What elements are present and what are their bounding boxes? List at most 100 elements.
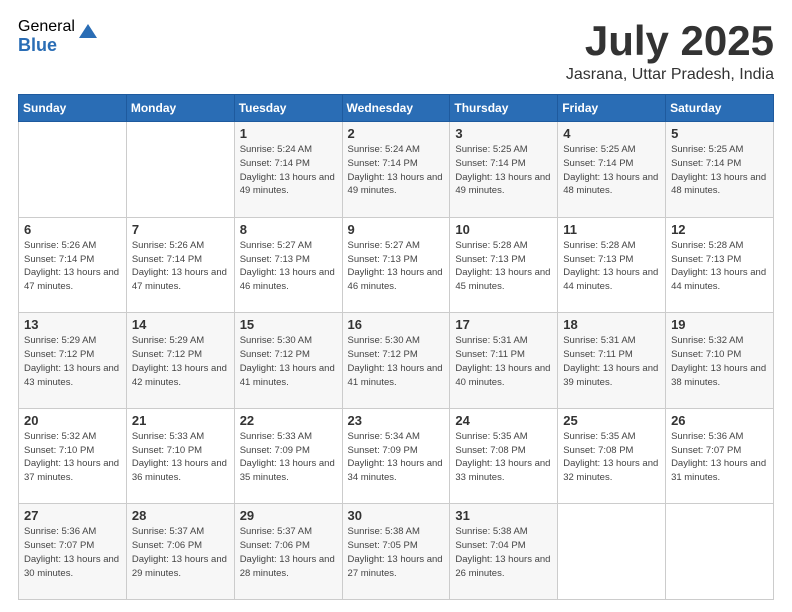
table-row: 19Sunrise: 5:32 AM Sunset: 7:10 PM Dayli… [666, 313, 774, 409]
table-row: 11 Sunrise: 5:28 AM Sunset: 7:13 PM Dayli… [558, 217, 666, 313]
table-row: 13Sunrise: 5:29 AM Sunset: 7:12 PM Dayli… [19, 313, 127, 409]
day-number: 24 [455, 413, 552, 428]
logo-text: General Blue [18, 18, 75, 55]
logo-blue: Blue [18, 36, 75, 56]
calendar-week-row: 13 Sunrise: 5:29 AM Sunset: 7:12 PM Dayli… [19, 313, 774, 409]
day-number: 3 [455, 126, 552, 141]
table-row: 15 Sunrise: 5:30 AM Sunset: 7:12 PM Dayli… [234, 313, 342, 409]
logo-icon [77, 20, 99, 42]
table-row: 12Sunrise: 5:28 AM Sunset: 7:13 PM Dayli… [666, 217, 774, 313]
table-row [126, 122, 234, 218]
day-info: Sunrise: 5:33 AM Sunset: 7:09 PM Dayligh… [240, 430, 337, 485]
table-row: 18 Sunrise: 5:31 AM Sunset: 7:11 PM Dayli… [558, 313, 666, 409]
day-number: 30 [348, 508, 445, 523]
col-monday: Monday [126, 95, 234, 122]
day-info: Sunrise: 5:24 AM Sunset: 7:14 PM Dayligh… [240, 143, 337, 198]
table-row: 28 Sunrise: 5:37 AM Sunset: 7:06 PM Dayli… [126, 504, 234, 600]
table-row: 6 Sunrise: 5:26 AM Sunset: 7:14 PM Daylig… [19, 217, 127, 313]
table-row [666, 504, 774, 600]
table-row: 16Sunrise: 5:30 AM Sunset: 7:12 PM Dayli… [342, 313, 450, 409]
table-row: 8 Sunrise: 5:27 AM Sunset: 7:13 PM Daylig… [234, 217, 342, 313]
col-friday: Friday [558, 95, 666, 122]
table-row: 21 Sunrise: 5:33 AM Sunset: 7:10 PM Dayli… [126, 408, 234, 504]
table-row: 29 Sunrise: 5:37 AM Sunset: 7:06 PM Dayli… [234, 504, 342, 600]
day-number: 22 [240, 413, 337, 428]
day-info: Sunrise: 5:36 AM Sunset: 7:07 PM Dayligh… [24, 525, 121, 580]
day-number: 1 [240, 126, 337, 141]
month-title: July 2025 [566, 18, 774, 64]
table-row: 9 Sunrise: 5:27 AM Sunset: 7:13 PM Daylig… [342, 217, 450, 313]
table-row: 20 Sunrise: 5:32 AM Sunset: 7:10 PM Dayli… [19, 408, 127, 504]
table-row: 25 Sunrise: 5:35 AM Sunset: 7:08 PM Dayli… [558, 408, 666, 504]
day-number: 20 [24, 413, 121, 428]
day-number: 21 [132, 413, 229, 428]
table-row: 3 Sunrise: 5:25 AM Sunset: 7:14 PM Daylig… [450, 122, 558, 218]
day-number: 14 [132, 317, 229, 332]
day-info: Sunrise: 5:25 AM Sunset: 7:14 PM Dayligh… [455, 143, 552, 198]
table-row: 4Sunrise: 5:25 AM Sunset: 7:14 PM Daylig… [558, 122, 666, 218]
day-number: 26 [671, 413, 768, 428]
title-block: July 2025 Jasrana, Uttar Pradesh, India [566, 18, 774, 84]
table-row [19, 122, 127, 218]
day-info: Sunrise: 5:29 AM Sunset: 7:12 PM Dayligh… [132, 334, 229, 389]
day-number: 12 [671, 222, 768, 237]
table-row: 26 Sunrise: 5:36 AM Sunset: 7:07 PM Dayli… [666, 408, 774, 504]
day-number: 8 [240, 222, 337, 237]
table-row: 5Sunrise: 5:25 AM Sunset: 7:14 PM Daylig… [666, 122, 774, 218]
day-number: 6 [24, 222, 121, 237]
calendar-week-row: 6 Sunrise: 5:26 AM Sunset: 7:14 PM Daylig… [19, 217, 774, 313]
day-info: Sunrise: 5:27 AM Sunset: 7:13 PM Dayligh… [240, 239, 337, 294]
day-info: Sunrise: 5:32 AM Sunset: 7:10 PM Dayligh… [24, 430, 121, 485]
day-number: 23 [348, 413, 445, 428]
day-number: 13 [24, 317, 121, 332]
day-number: 2 [348, 126, 445, 141]
table-row [558, 504, 666, 600]
col-sunday: Sunday [19, 95, 127, 122]
table-row: 24Sunrise: 5:35 AM Sunset: 7:08 PM Dayli… [450, 408, 558, 504]
day-number: 25 [563, 413, 660, 428]
day-info: Sunrise: 5:26 AM Sunset: 7:14 PM Dayligh… [24, 239, 121, 294]
calendar-week-row: 27 Sunrise: 5:36 AM Sunset: 7:07 PM Dayli… [19, 504, 774, 600]
day-number: 7 [132, 222, 229, 237]
table-row: 23 Sunrise: 5:34 AM Sunset: 7:09 PM Dayli… [342, 408, 450, 504]
table-row: 2 Sunrise: 5:24 AM Sunset: 7:14 PM Daylig… [342, 122, 450, 218]
col-saturday: Saturday [666, 95, 774, 122]
table-row: 27 Sunrise: 5:36 AM Sunset: 7:07 PM Dayli… [19, 504, 127, 600]
day-info: Sunrise: 5:32 AM Sunset: 7:10 PM Dayligh… [671, 334, 768, 389]
col-thursday: Thursday [450, 95, 558, 122]
day-number: 18 [563, 317, 660, 332]
day-number: 9 [348, 222, 445, 237]
table-row: 14 Sunrise: 5:29 AM Sunset: 7:12 PM Dayli… [126, 313, 234, 409]
day-number: 15 [240, 317, 337, 332]
day-number: 27 [24, 508, 121, 523]
table-row: 10Sunrise: 5:28 AM Sunset: 7:13 PM Dayli… [450, 217, 558, 313]
day-info: Sunrise: 5:35 AM Sunset: 7:08 PM Dayligh… [563, 430, 660, 485]
day-number: 28 [132, 508, 229, 523]
location-title: Jasrana, Uttar Pradesh, India [566, 66, 774, 84]
logo: General Blue [18, 18, 99, 55]
day-info: Sunrise: 5:27 AM Sunset: 7:13 PM Dayligh… [348, 239, 445, 294]
day-number: 11 [563, 222, 660, 237]
day-number: 31 [455, 508, 552, 523]
calendar-table: Sunday Monday Tuesday Wednesday Thursday… [18, 94, 774, 600]
col-wednesday: Wednesday [342, 95, 450, 122]
col-tuesday: Tuesday [234, 95, 342, 122]
day-info: Sunrise: 5:36 AM Sunset: 7:07 PM Dayligh… [671, 430, 768, 485]
calendar-header-row: Sunday Monday Tuesday Wednesday Thursday… [19, 95, 774, 122]
day-info: Sunrise: 5:26 AM Sunset: 7:14 PM Dayligh… [132, 239, 229, 294]
day-number: 5 [671, 126, 768, 141]
day-info: Sunrise: 5:33 AM Sunset: 7:10 PM Dayligh… [132, 430, 229, 485]
day-info: Sunrise: 5:38 AM Sunset: 7:05 PM Dayligh… [348, 525, 445, 580]
day-info: Sunrise: 5:24 AM Sunset: 7:14 PM Dayligh… [348, 143, 445, 198]
day-info: Sunrise: 5:31 AM Sunset: 7:11 PM Dayligh… [563, 334, 660, 389]
day-info: Sunrise: 5:28 AM Sunset: 7:13 PM Dayligh… [455, 239, 552, 294]
day-info: Sunrise: 5:30 AM Sunset: 7:12 PM Dayligh… [240, 334, 337, 389]
day-info: Sunrise: 5:34 AM Sunset: 7:09 PM Dayligh… [348, 430, 445, 485]
table-row: 7 Sunrise: 5:26 AM Sunset: 7:14 PM Daylig… [126, 217, 234, 313]
day-info: Sunrise: 5:37 AM Sunset: 7:06 PM Dayligh… [132, 525, 229, 580]
table-row: 1 Sunrise: 5:24 AM Sunset: 7:14 PM Daylig… [234, 122, 342, 218]
day-info: Sunrise: 5:28 AM Sunset: 7:13 PM Dayligh… [563, 239, 660, 294]
day-number: 29 [240, 508, 337, 523]
header: General Blue July 2025 Jasrana, Uttar Pr… [18, 18, 774, 84]
day-info: Sunrise: 5:37 AM Sunset: 7:06 PM Dayligh… [240, 525, 337, 580]
